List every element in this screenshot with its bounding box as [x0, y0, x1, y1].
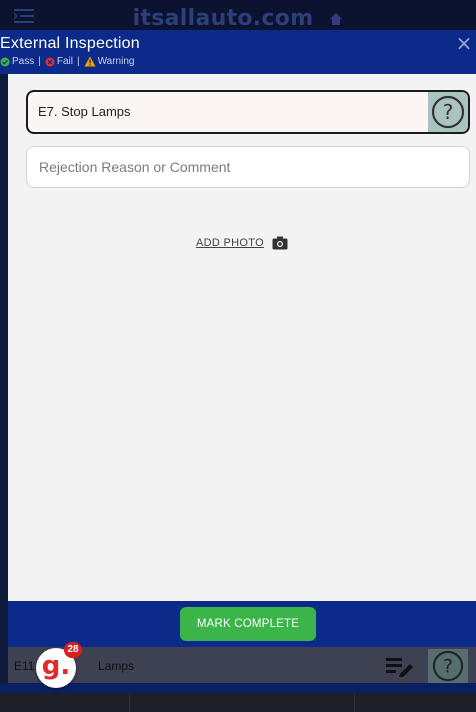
help-icon-glyph: ?: [443, 657, 453, 678]
help-icon: ?: [431, 95, 465, 129]
mark-complete-button[interactable]: MARK COMPLETE: [180, 607, 316, 641]
legend-warning-label: Warning: [97, 56, 135, 67]
help-button[interactable]: ?: [428, 649, 468, 683]
modal-title: External Inspection: [0, 35, 140, 52]
legend-separator: |: [76, 56, 80, 67]
notification-badge-button[interactable]: g. 28: [36, 642, 82, 688]
bottom-strip: [0, 683, 476, 693]
brand-text: itsallauto.com: [132, 6, 314, 31]
pass-icon: [0, 57, 10, 66]
warning-icon: [84, 56, 96, 67]
legend-separator: |: [38, 56, 41, 67]
brand-title: itsallauto.com: [0, 6, 476, 31]
home-icon[interactable]: [329, 12, 343, 26]
bottom-grid: [0, 693, 476, 712]
list-item-label: Lamps: [98, 659, 135, 673]
help-button[interactable]: ?: [428, 92, 468, 132]
modal-footer: MARK COMPLETE: [8, 601, 476, 647]
close-button[interactable]: ×: [454, 32, 474, 54]
fail-icon: [45, 57, 55, 66]
camera-icon[interactable]: [272, 236, 288, 250]
comment-input[interactable]: [26, 146, 470, 188]
inspection-item-field: E7. Stop Lamps ?: [26, 90, 470, 134]
status-legend: Pass | Fail | Warning: [0, 56, 134, 67]
badge-count: 28: [64, 642, 82, 658]
legend-pass-label: Pass: [12, 56, 35, 67]
grid-cell: [0, 693, 130, 712]
badge-logo: g.: [41, 651, 71, 681]
inspection-item-title: E7. Stop Lamps: [38, 104, 131, 119]
app-topbar: itsallauto.com: [0, 0, 476, 31]
help-icon-glyph: ?: [443, 100, 454, 124]
edit-list-icon[interactable]: [386, 655, 414, 677]
grid-cell: [130, 693, 355, 712]
list-item-code: E11: [14, 659, 35, 673]
inspection-modal: External Inspection Pass | Fail | Warnin…: [0, 30, 476, 647]
legend-fail-label: Fail: [56, 56, 73, 67]
help-icon: ?: [432, 650, 464, 682]
add-photo-link[interactable]: ADD PHOTO: [196, 237, 264, 249]
modal-header: External Inspection Pass | Fail | Warnin…: [0, 30, 476, 74]
add-photo-row: ADD PHOTO: [8, 236, 476, 250]
